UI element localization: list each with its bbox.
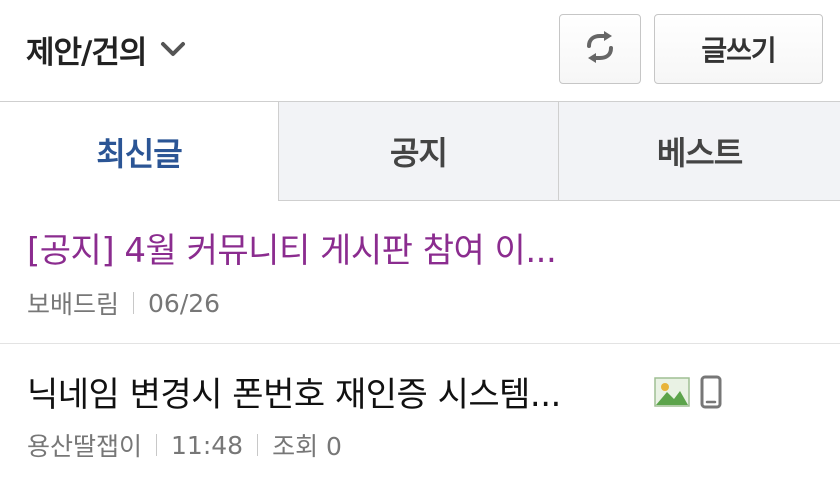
- tab-notice[interactable]: 공지: [279, 102, 559, 201]
- post-attachment-icons: [654, 375, 722, 413]
- post-author: 용산딸잽이: [27, 432, 143, 461]
- post-title: 닉네임 변경시 폰번호 재인증 시스템...: [27, 375, 561, 415]
- post-author: 보배드림: [27, 290, 120, 319]
- list-item[interactable]: 닉네임 변경시 폰번호 재인증 시스템... 용산딸잽이 11:48 조회 0: [0, 345, 840, 485]
- post-time: 11:48: [171, 430, 244, 460]
- board-header: 제안/건의 글쓰기: [0, 0, 840, 102]
- post-date: 06/26: [148, 288, 221, 318]
- post-views: 조회 0: [272, 432, 342, 461]
- chevron-down-icon: [160, 40, 186, 58]
- meta-divider: [133, 292, 135, 314]
- list-item[interactable]: [공지] 4월 커뮤니티 게시판 참여 이... 보배드림 06/26: [0, 201, 840, 344]
- board-selector[interactable]: 제안/건의: [26, 26, 186, 72]
- tab-latest[interactable]: 최신글: [0, 102, 279, 201]
- post-meta: 용산딸잽이 11:48 조회 0: [27, 427, 342, 463]
- post-title: [공지] 4월 커뮤니티 게시판 참여 이...: [27, 231, 557, 271]
- refresh-icon: [583, 30, 617, 68]
- image-icon: [654, 377, 690, 411]
- meta-divider: [257, 434, 259, 456]
- board-title: 제안/건의: [26, 34, 147, 71]
- write-button[interactable]: 글쓰기: [654, 14, 823, 84]
- mobile-icon: [700, 375, 722, 413]
- meta-divider: [156, 434, 158, 456]
- board-tabs: 최신글 공지 베스트: [0, 102, 840, 201]
- refresh-button[interactable]: [559, 14, 641, 84]
- tab-best[interactable]: 베스트: [559, 102, 840, 201]
- post-meta: 보배드림 06/26: [27, 285, 220, 321]
